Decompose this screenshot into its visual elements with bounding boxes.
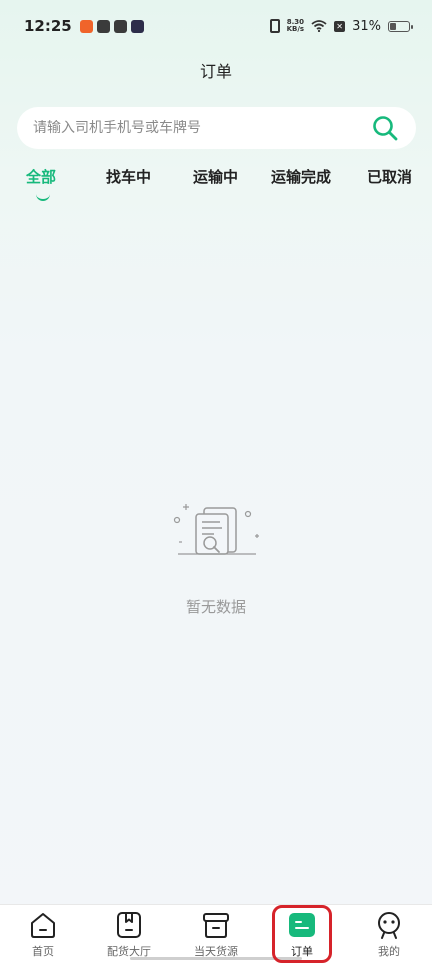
archive-box-icon xyxy=(202,911,230,939)
tab-all[interactable]: 全部 xyxy=(26,166,56,187)
wifi-icon xyxy=(311,20,327,32)
bookmark-book-icon xyxy=(115,911,143,939)
app-notification-icon xyxy=(113,19,127,33)
home-indicator[interactable] xyxy=(130,957,302,960)
no-sim-icon: ✕ xyxy=(334,20,346,32)
empty-documents-icon xyxy=(170,498,262,562)
order-status-tabs: 全部 找车中 运输中 运输完成 已取消 xyxy=(0,166,432,206)
nav-orders[interactable]: 订单 xyxy=(259,905,345,964)
status-bar: 12:25 8.30 KB/s ✕ 31% xyxy=(0,0,432,52)
battery-percent: 31% xyxy=(352,18,381,34)
order-list-icon xyxy=(288,911,316,939)
tab-in-transit[interactable]: 运输中 xyxy=(193,166,238,187)
search-icon[interactable] xyxy=(370,113,400,143)
profile-face-icon xyxy=(375,911,403,939)
nav-home[interactable]: 首页 xyxy=(0,905,86,964)
notification-icons xyxy=(79,19,144,33)
search-input[interactable] xyxy=(33,120,370,136)
page-title: 订单 xyxy=(199,62,232,81)
network-speed: 8.30 KB/s xyxy=(286,18,305,33)
nav-label: 首页 xyxy=(32,945,54,958)
tab-finding-vehicle[interactable]: 找车中 xyxy=(106,166,151,187)
tab-completed[interactable]: 运输完成 xyxy=(271,166,331,187)
empty-state-text: 暂无数据 xyxy=(185,598,246,616)
battery-icon xyxy=(388,20,413,32)
tab-cancelled[interactable]: 已取消 xyxy=(367,166,412,187)
nav-dispatch-hall[interactable]: 配货大厅 xyxy=(86,905,172,964)
app-notification-icon xyxy=(79,19,93,33)
nav-today-supply[interactable]: 当天货源 xyxy=(173,905,259,964)
status-time: 12:25 xyxy=(24,17,72,35)
battery-fill xyxy=(390,22,396,30)
nav-profile[interactable]: 我的 xyxy=(346,905,432,964)
home-icon xyxy=(29,911,57,939)
search-bar[interactable] xyxy=(17,107,416,149)
app-notification-icon xyxy=(96,19,110,33)
nav-label: 我的 xyxy=(378,945,400,958)
play-notification-icon xyxy=(130,19,144,33)
vibrate-icon xyxy=(269,19,280,33)
bottom-navigation: 首页 配货大厅 当天货源 订单 我的 xyxy=(0,904,432,964)
status-right: 8.30 KB/s ✕ 31% xyxy=(269,18,413,34)
